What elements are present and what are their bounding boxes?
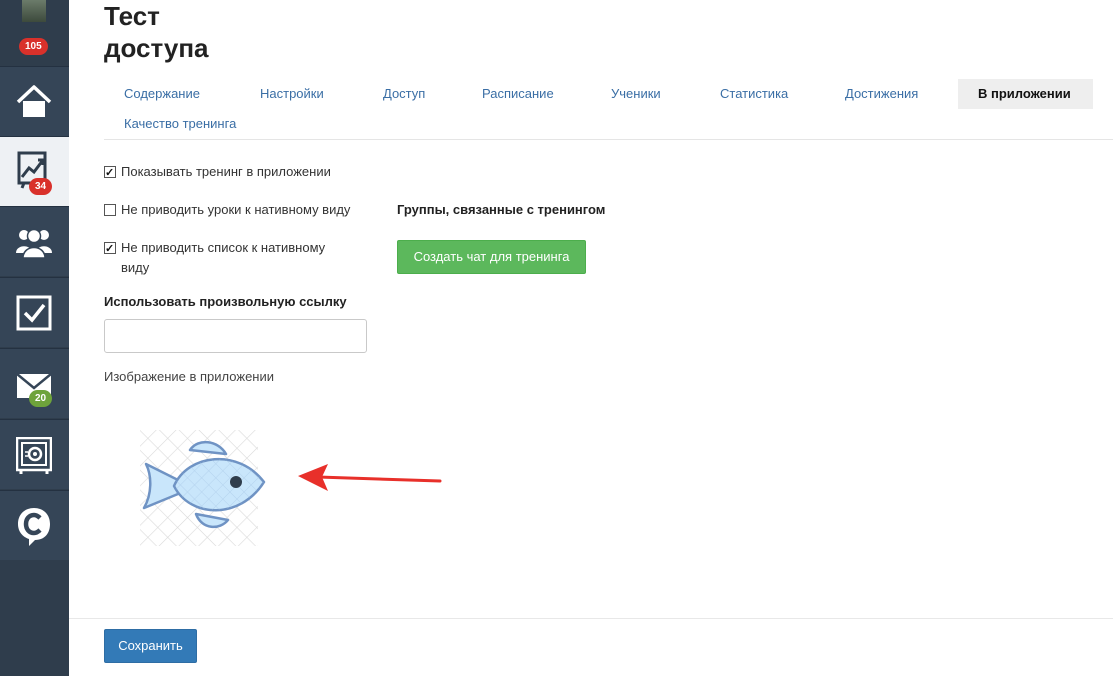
sidebar-item-users[interactable] bbox=[0, 206, 69, 276]
sidebar-empty-area bbox=[0, 562, 69, 676]
profile-block[interactable]: 105 bbox=[0, 0, 69, 66]
tab-access[interactable]: Доступ bbox=[363, 79, 445, 109]
custom-link-label: Использовать произвольную ссылку bbox=[104, 294, 347, 309]
home-icon bbox=[16, 85, 52, 117]
sidebar-item-trainings[interactable]: 34 bbox=[0, 136, 69, 206]
tab-settings[interactable]: Настройки bbox=[240, 79, 344, 109]
users-icon bbox=[16, 228, 52, 259]
tab-schedule[interactable]: Расписание bbox=[462, 79, 574, 109]
no-native-lessons-label: Не приводить уроки к нативному виду bbox=[121, 202, 351, 217]
red-arrow-annotation bbox=[298, 464, 442, 491]
save-button[interactable]: Сохранить bbox=[104, 629, 197, 663]
chat-c-icon bbox=[18, 508, 50, 546]
no-native-list-label-line-2: виду bbox=[121, 260, 150, 275]
sidebar-item-messages[interactable]: 20 bbox=[0, 348, 69, 418]
show-in-app-label: Показывать тренинг в приложении bbox=[121, 164, 331, 179]
profile-notification-badge: 105 bbox=[19, 38, 48, 55]
fish-placeholder-image[interactable] bbox=[138, 428, 268, 548]
tab-students[interactable]: Ученики bbox=[591, 79, 681, 109]
tab-achievements[interactable]: Достижения bbox=[825, 79, 938, 109]
sidebar-item-safe[interactable] bbox=[0, 419, 69, 489]
sidebar-item-chat[interactable] bbox=[0, 490, 69, 560]
no-native-lessons-option[interactable]: Не приводить уроки к нативному виду bbox=[104, 200, 374, 220]
sidebar-item-home[interactable] bbox=[0, 66, 69, 136]
page-title: Тест доступа bbox=[104, 0, 209, 64]
tab-in-app[interactable]: В приложении bbox=[958, 79, 1093, 109]
no-native-lessons-checkbox[interactable] bbox=[104, 204, 116, 216]
page-title-line-1: Тест bbox=[104, 1, 160, 31]
no-native-list-label: Не приводить список к нативному виду bbox=[121, 238, 325, 278]
checkbox-icon bbox=[16, 295, 52, 331]
no-native-list-label-line-1: Не приводить список к нативному bbox=[121, 240, 326, 255]
tab-statistics[interactable]: Статистика bbox=[700, 79, 808, 109]
trainings-badge: 34 bbox=[29, 178, 53, 195]
groups-title: Группы, связанные с тренингом bbox=[397, 202, 606, 217]
app-image-label: Изображение в приложении bbox=[104, 369, 274, 384]
page-title-line-2: доступа bbox=[104, 33, 209, 63]
avatar[interactable] bbox=[22, 0, 46, 22]
sidebar-item-tasks[interactable] bbox=[0, 277, 69, 347]
custom-link-input[interactable] bbox=[104, 319, 367, 353]
footer-divider bbox=[69, 618, 1113, 619]
no-native-list-option[interactable]: Не приводить список к нативному виду bbox=[104, 238, 364, 278]
sidebar: 105 34 20 bbox=[0, 0, 69, 676]
create-chat-button[interactable]: Создать чат для тренинга bbox=[397, 240, 586, 274]
tabs-divider bbox=[104, 139, 1113, 140]
messages-badge: 20 bbox=[29, 390, 53, 407]
show-in-app-checkbox[interactable] bbox=[104, 163, 116, 183]
no-native-list-checkbox[interactable] bbox=[104, 239, 116, 259]
show-in-app-option[interactable]: Показывать тренинг в приложении bbox=[104, 162, 364, 183]
tab-content[interactable]: Содержание bbox=[104, 79, 220, 109]
safe-icon bbox=[16, 437, 52, 474]
tab-training-quality[interactable]: Качество тренинга bbox=[104, 109, 256, 139]
